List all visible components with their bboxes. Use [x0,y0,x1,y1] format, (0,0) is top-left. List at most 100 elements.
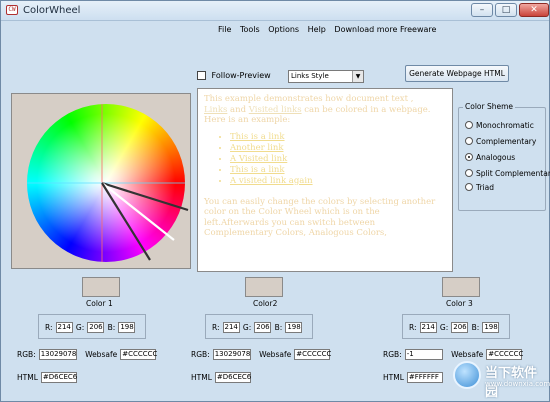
color3-g-field[interactable]: 206 [451,322,469,333]
color2-b-field[interactable]: 198 [285,322,303,333]
radio-button[interactable] [465,183,473,191]
radio-button[interactable] [465,121,473,129]
preview-list-link[interactable]: This is a link [230,132,285,142]
generate-webpage-html-button[interactable]: Generate Webpage HTML [405,65,509,82]
html-label: HTML [191,373,212,382]
radio-label: Split Complementary [476,168,550,178]
list-item: A visited link again [230,176,446,187]
color3-label: Color 3 [446,299,473,308]
color1-b-field[interactable]: 198 [118,322,136,333]
g-label: G: [242,323,252,332]
rgb-label: RGB: [383,350,402,359]
style-select-value: Links Style [291,72,329,80]
radio-label: Complementary [476,136,537,146]
color2-rgb-row: RGB: 13029078 Websafe #CCCCCC [191,349,331,360]
menu-download-freeware[interactable]: Download more Freeware [334,25,436,34]
color1-swatch[interactable] [82,277,120,297]
color1-rgb-row: RGB: 13029078 Websafe #CCCCCC [17,349,157,360]
radio-triad[interactable]: Triad [465,182,494,192]
color3-swatch[interactable] [442,277,480,297]
radio-analogous[interactable]: Analogous [465,152,515,162]
color3-html-field[interactable]: #FFFFFF [406,372,443,383]
websafe-label: Websafe [259,350,292,359]
menu-bar: File Tools Options Help Download more Fr… [218,25,442,34]
preview-text: Here is an example: [204,115,291,125]
color2-r-field[interactable]: 214 [222,322,240,333]
color3-rgb-box: R: 214 G: 206 B: 198 [402,314,510,339]
list-item: Another link [230,143,446,154]
color1-g-field[interactable]: 206 [87,322,105,333]
radio-button-selected[interactable] [465,153,473,161]
title-bar: CW ColorWheel – □ ✕ [1,1,549,21]
selector-line-color1 [101,181,189,212]
follow-preview-checkbox[interactable] [197,71,206,80]
radio-label: Triad [476,182,495,192]
radio-complementary[interactable]: Complementary [465,136,536,146]
b-label: B: [107,323,116,332]
color1-rgb-box: R: 214 G: 206 B: 198 [38,314,146,339]
color1-label: Color 1 [86,299,113,308]
app-icon: CW [6,5,18,15]
color3-r-field[interactable]: 214 [419,322,437,333]
menu-help[interactable]: Help [308,25,326,34]
g-label: G: [75,323,85,332]
color2-html-field[interactable]: #D6CEC6 [214,372,251,383]
radio-button[interactable] [465,137,473,145]
watermark-logo-icon [453,361,481,389]
rgb-label: RGB: [191,350,210,359]
wheel-overlay [27,104,189,262]
color1-html-row: HTML #D6CEC6 [17,372,77,383]
color2-g-field[interactable]: 206 [254,322,272,333]
color-wheel-panel [11,93,191,269]
color1-websafe-field[interactable]: #CCCCCC [120,349,157,360]
selector-line-color3 [101,182,151,261]
menu-file[interactable]: File [218,25,231,34]
color1-html-field[interactable]: #D6CEC6 [40,372,77,383]
preview-intro: This example demonstrates how document t… [204,94,446,126]
radio-split-complementary[interactable]: Split Complementary [465,168,550,178]
watermark-url: www.downxia.com [485,380,550,388]
html-label: HTML [17,373,38,382]
maximize-button[interactable]: □ [495,3,517,17]
radio-monochromatic[interactable]: Monochromatic [465,120,534,130]
list-item: A Visited link [230,154,446,165]
close-button[interactable]: ✕ [519,3,549,17]
websafe-label: Websafe [85,350,118,359]
selector-line-color2 [101,182,175,241]
radio-label: Analogous [476,152,516,162]
color2-html-row: HTML #D6CEC6 [191,372,251,383]
follow-preview-label: Follow-Preview [211,71,271,80]
preview-visited-link[interactable]: Visited links [249,105,302,115]
radio-button[interactable] [465,169,473,177]
color2-websafe-field[interactable]: #CCCCCC [294,349,331,360]
minimize-button[interactable]: – [471,3,493,17]
html-preview[interactable]: This example demonstrates how document t… [197,88,453,272]
color1-rgb-field[interactable]: 13029078 [38,349,77,360]
style-select[interactable]: Links Style ▼ [288,70,364,83]
color3-rgb-field[interactable]: -1 [404,349,443,360]
r-label: R: [45,323,53,332]
preview-list-link[interactable]: Another link [230,143,283,153]
color2-rgb-field[interactable]: 13029078 [212,349,251,360]
color3-b-field[interactable]: 198 [482,322,500,333]
chevron-down-icon[interactable]: ▼ [352,71,363,82]
follow-preview-option[interactable]: Follow-Preview [197,71,271,80]
list-item: This is a link [230,165,446,176]
preview-link[interactable]: Links [204,105,227,115]
color-scheme-legend: Color Sheme [463,102,516,111]
color1-r-field[interactable]: 214 [55,322,73,333]
preview-list-link[interactable]: This is a link [230,165,285,175]
g-label: G: [439,323,449,332]
b-label: B: [471,323,480,332]
watermark: 当下软件园 www.downxia.com [453,359,550,400]
app-window: CW ColorWheel – □ ✕ File Tools Options H… [0,0,550,402]
r-label: R: [212,323,220,332]
rgb-label: RGB: [17,350,36,359]
preview-list-link[interactable]: A Visited link [230,154,287,164]
r-label: R: [409,323,417,332]
menu-options[interactable]: Options [268,25,299,34]
menu-tools[interactable]: Tools [240,25,260,34]
color2-swatch[interactable] [245,277,283,297]
color3-html-row: HTML #FFFFFF [383,372,443,383]
preview-list-link[interactable]: A visited link again [230,176,313,186]
